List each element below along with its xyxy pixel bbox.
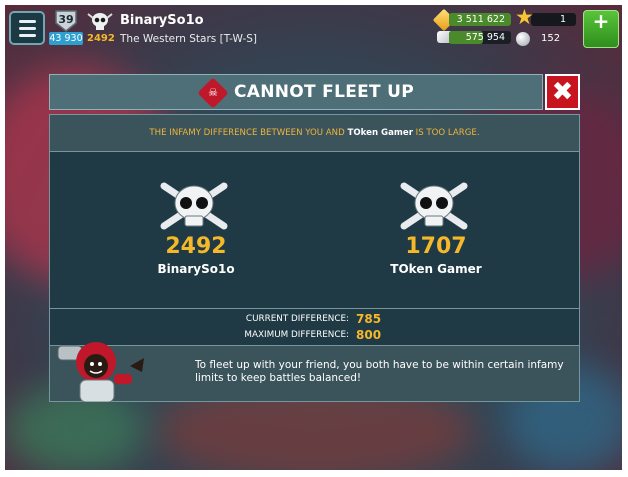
- close-button[interactable]: ✖: [545, 74, 580, 110]
- skull-crossbones-icon: [160, 182, 228, 230]
- menu-icon: [19, 34, 36, 37]
- cannonball-icon: [516, 32, 530, 46]
- notice-suffix: IS TOO LARGE.: [412, 128, 480, 138]
- maximum-difference-value: 800: [356, 328, 382, 342]
- shop-button[interactable]: +: [583, 9, 619, 48]
- right-player-name: TOken Gamer: [390, 262, 482, 276]
- player-name[interactable]: BinarySo1o: [120, 13, 204, 28]
- warning-skull-face: ☠: [208, 86, 218, 99]
- players-panel: 2492 BinarySo1o 1707 TOken Gamer: [49, 152, 580, 308]
- skull-crossbones-icon: [400, 182, 468, 230]
- left-player-name: BinarySo1o: [157, 262, 235, 276]
- left-player-infamy: 2492: [165, 234, 227, 259]
- star-count: 1: [531, 13, 576, 26]
- info-text: To fleet up with your friend, you both h…: [195, 359, 564, 384]
- notice-friend-name: TOken Gamer: [347, 128, 413, 138]
- maximum-difference-label: MAXIMUM DIFFERENCE:: [244, 330, 349, 340]
- notice-prefix: THE INFAMY DIFFERENCE BETWEEN YOU AND: [149, 128, 348, 138]
- stone-bar: 575 954: [449, 31, 511, 44]
- dialog-title-bar: ☠ CANNOT FLEET UP: [49, 74, 543, 110]
- dialog-title: CANNOT FLEET UP: [234, 82, 415, 102]
- current-difference-value: 785: [356, 312, 382, 326]
- gold-amount: 3 511 622: [456, 14, 505, 25]
- info-panel: To fleet up with your friend, you both h…: [49, 342, 580, 402]
- menu-icon: [19, 20, 36, 23]
- skull-icon: [87, 13, 113, 30]
- cannonball-count: 152: [541, 33, 561, 44]
- fleet-name[interactable]: The Western Stars [T-W-S]: [120, 33, 257, 45]
- menu-icon: [19, 27, 36, 30]
- notice-banner: THE INFAMY DIFFERENCE BETWEEN YOU AND TO…: [49, 114, 580, 152]
- gold-bar: 3 511 622: [449, 13, 511, 26]
- cannot-fleet-up-dialog: ☠ CANNOT FLEET UP ✖ THE INFAMY DIFFERENC…: [49, 74, 580, 402]
- robot-mascot-icon: [57, 342, 144, 402]
- player-infamy: 2492: [87, 33, 115, 44]
- player-xp: 43 930: [49, 32, 83, 45]
- stone-amount: 575 954: [465, 32, 505, 43]
- current-difference-label: CURRENT DIFFERENCE:: [245, 314, 349, 324]
- game-screen: 39 43 930 2492 BinarySo1o The Western St…: [5, 5, 622, 470]
- plus-icon: +: [592, 9, 610, 33]
- menu-button[interactable]: [9, 11, 45, 45]
- player-level: 39: [58, 13, 74, 26]
- star-icon: ★: [515, 5, 534, 29]
- right-player-infamy: 1707: [405, 234, 467, 259]
- close-icon: ✖: [551, 77, 574, 107]
